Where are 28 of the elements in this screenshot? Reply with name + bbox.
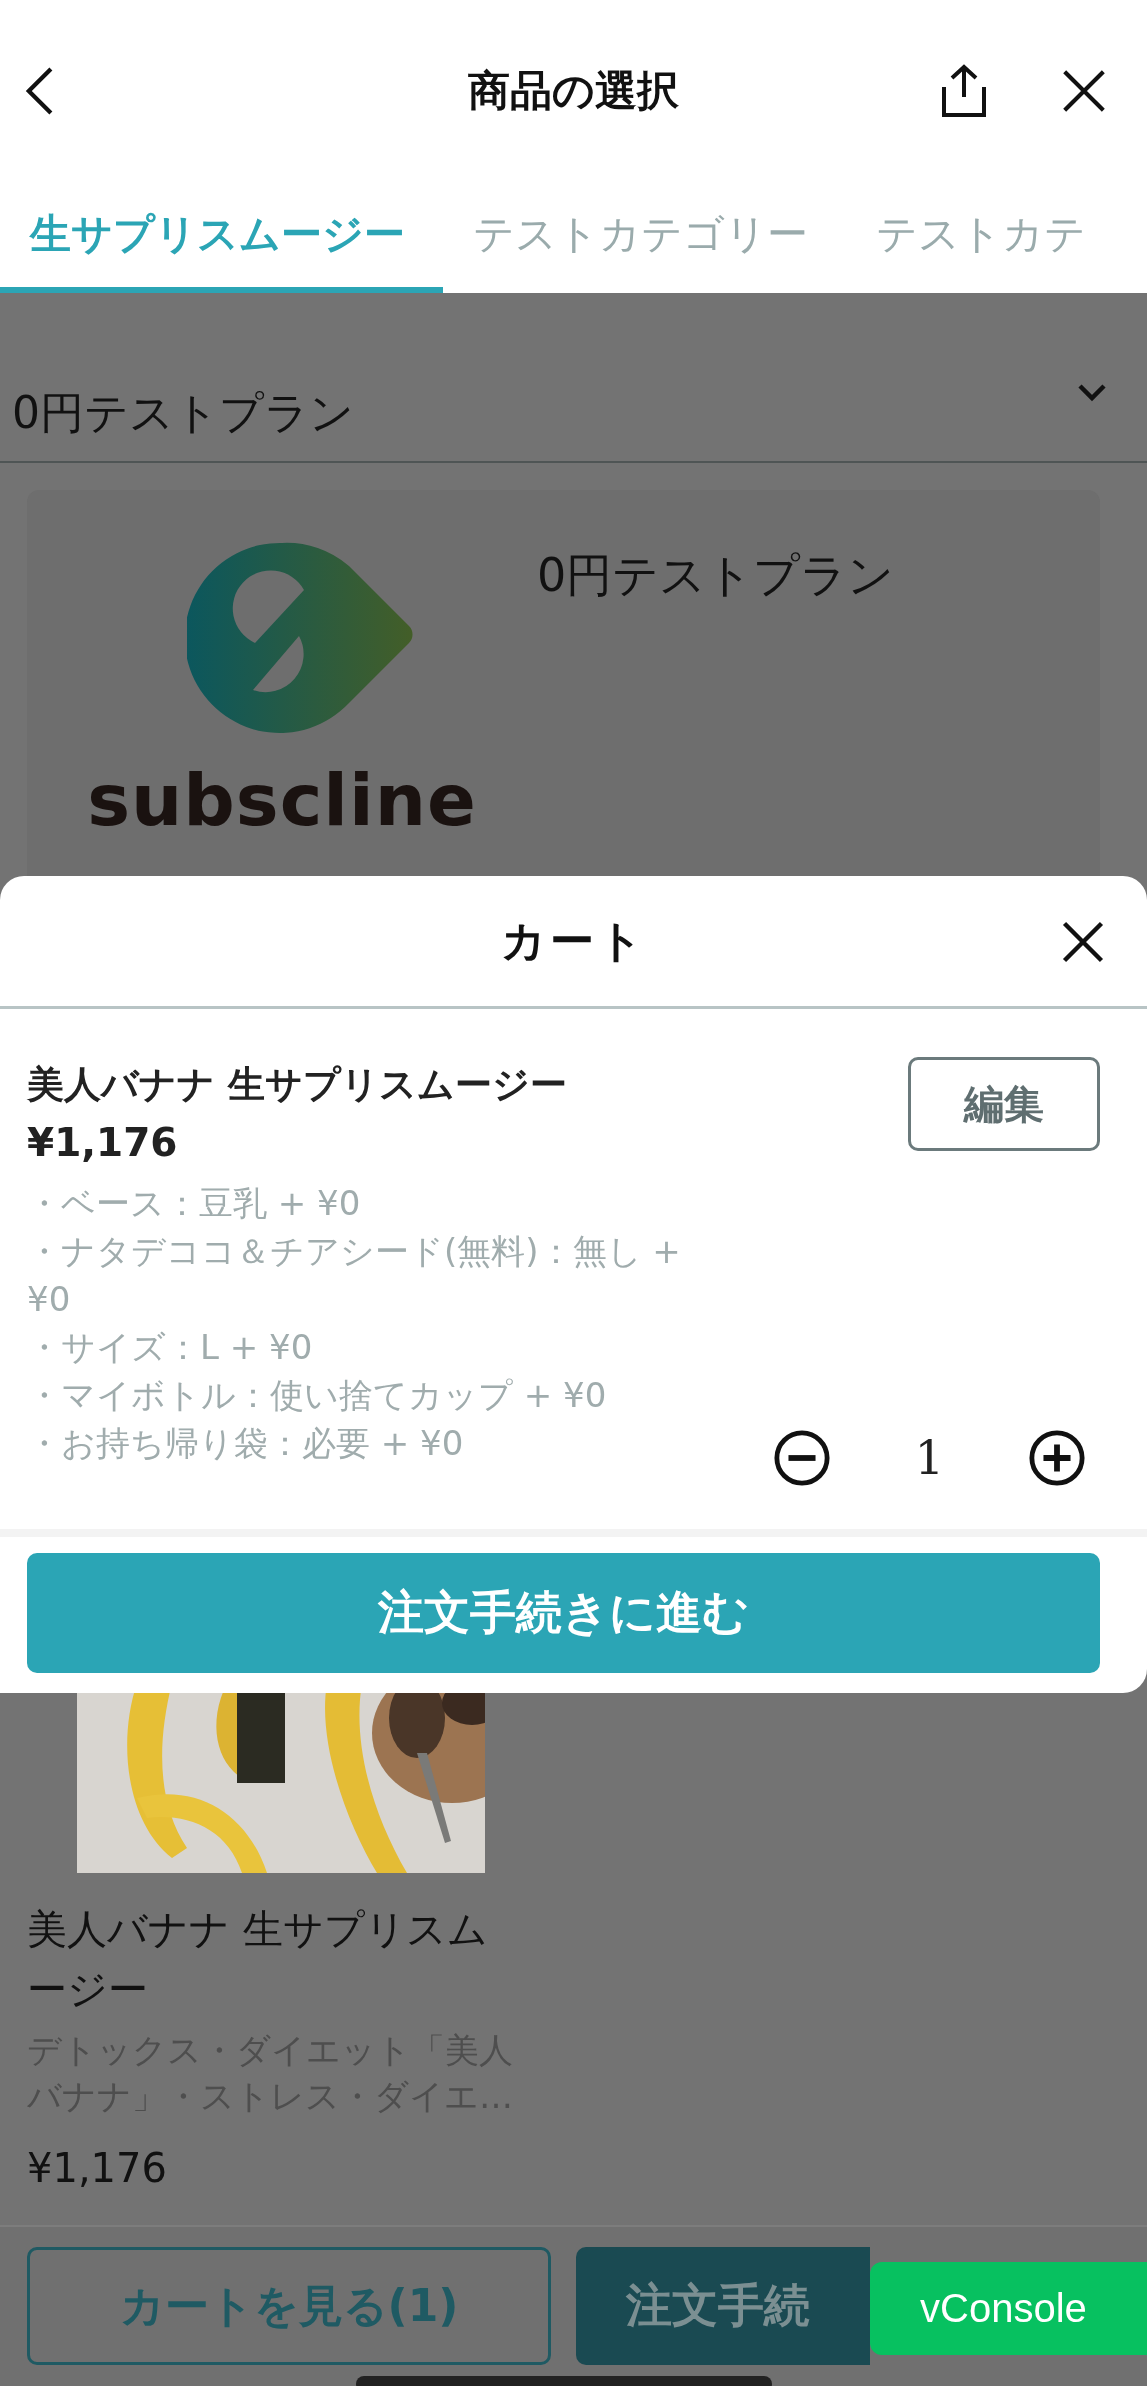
chevron-down-icon (1077, 383, 1107, 403)
view-cart-button[interactable]: カートを見る(1) (27, 2247, 551, 2365)
item-name: 美人バナナ 生サプリスムージー (27, 1062, 568, 1108)
share-icon[interactable] (939, 63, 989, 119)
item-option: ・ナタデココ＆チアシード(無料)：無し + ¥0 (27, 1227, 707, 1323)
close-icon[interactable] (1061, 68, 1107, 114)
quantity-value: 1 (914, 1431, 944, 1485)
item-option: ・マイボトル：使い捨てカップ + ¥0 (27, 1371, 707, 1419)
plan-dropdown[interactable]: 0円テストプラン (0, 293, 1147, 463)
logo-wordmark: subscline (87, 758, 477, 842)
edit-button[interactable]: 編集 (908, 1057, 1100, 1151)
item-option: ・サイズ：L + ¥0 (27, 1323, 707, 1371)
category-tab[interactable]: 生サプリスムージー (0, 182, 443, 293)
minus-icon[interactable] (772, 1429, 831, 1487)
category-tab[interactable]: テストカテ (846, 182, 1124, 293)
checkout-button[interactable]: 注文手続 (576, 2247, 870, 2365)
plus-icon[interactable] (1028, 1429, 1086, 1487)
page-title: 商品の選択 (467, 65, 680, 117)
plan-name: 0円テストプラン (537, 547, 895, 604)
product-name[interactable]: 美人バナナ 生サプリスムージー (27, 1899, 502, 2019)
vconsole-button[interactable]: vConsole (870, 2262, 1147, 2355)
checkout-button[interactable]: 注文手続きに進む (27, 1553, 1100, 1673)
item-option: ・お持ち帰り袋：必要 + ¥0 (27, 1419, 707, 1467)
product-price: ¥1,176 (27, 2145, 168, 2191)
item-price: ¥1,176 (27, 1119, 179, 1167)
close-icon[interactable] (1061, 920, 1105, 964)
item-option: ・ベース：豆乳 + ¥0 (27, 1179, 707, 1227)
category-tab[interactable]: テストカテゴリー (443, 182, 846, 293)
